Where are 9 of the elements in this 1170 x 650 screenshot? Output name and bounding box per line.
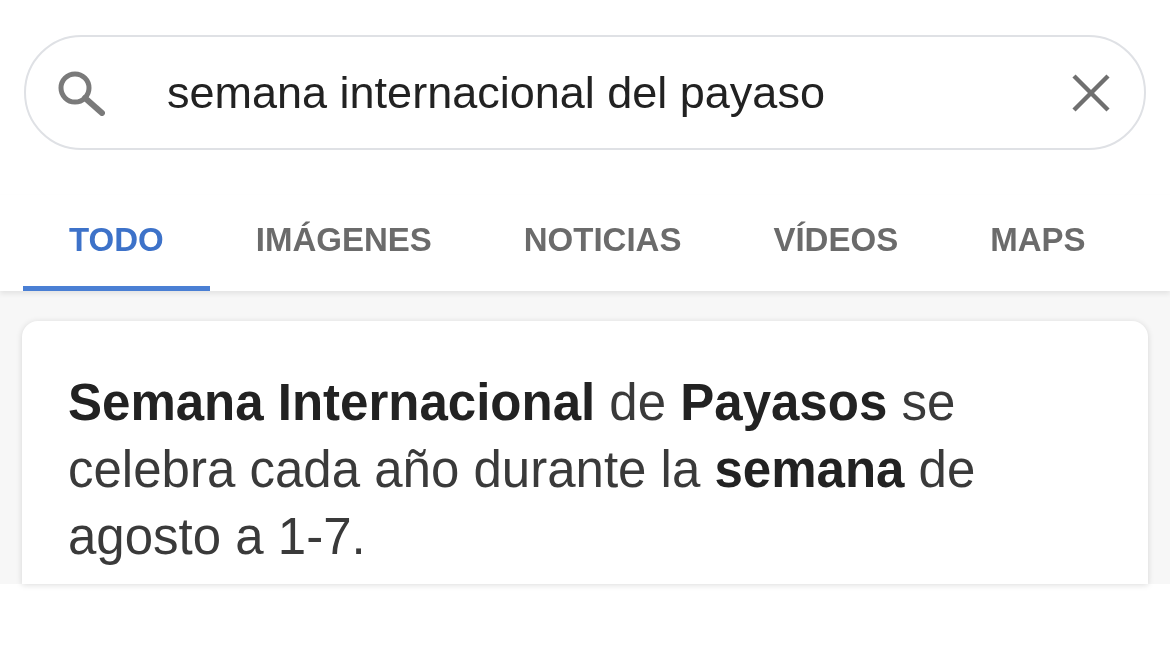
close-icon[interactable] <box>1072 73 1110 112</box>
result-snippet: Semana Internacional de Payasos se celebra cada año durante la semana de agosto a 1-7. <box>68 373 977 567</box>
search-input[interactable]: semana internacional del payaso <box>167 66 1042 119</box>
search-icon <box>57 69 105 116</box>
tab[interactable]: IMÁGENES <box>209 195 478 291</box>
tab[interactable]: NOTICIAS <box>477 195 728 291</box>
search-field[interactable]: semana internacional del payaso <box>24 35 1146 150</box>
tab[interactable]: MAPS <box>944 195 1132 291</box>
tab[interactable]: VÍDEOS <box>727 195 945 291</box>
